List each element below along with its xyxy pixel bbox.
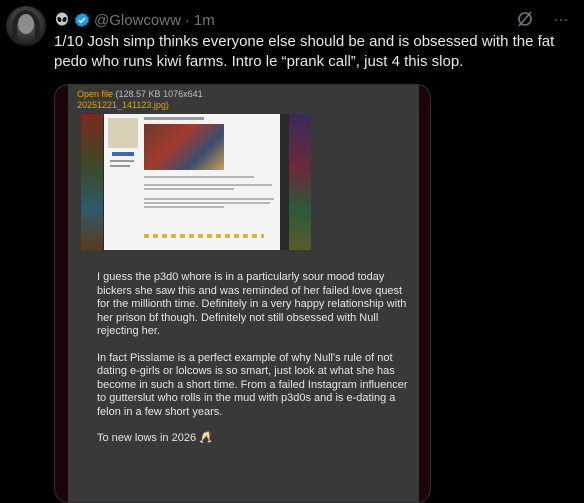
quote-paragraph: To new lows in 2026 🥂 [97,432,213,444]
thumbnail-text-line [144,184,272,186]
open-file-link[interactable]: Open file [77,89,113,99]
tweet-text: 1/10 Josh simp thinks everyone else shou… [54,33,555,70]
post-screenshot: Open file (128.57 KB 1076x641 20251221_1… [68,85,419,502]
thumbnail-right-strip [289,114,311,250]
tweet-top-actions: ··· [516,10,570,28]
thumbnail-profile-image [108,118,138,148]
quote-paragraph: In fact Pisslame is a perfect example of… [97,351,408,418]
alien-icon [54,12,70,28]
file-meta: (128.57 KB 1076x641 [113,89,203,99]
author-handle[interactable]: @Glowcoww [94,12,181,29]
thumbnail-left-strip [81,114,103,250]
media-attachment[interactable]: Open file (128.57 KB 1076x641 20251221_1… [54,84,431,503]
thumbnail-profile-name [112,152,134,156]
thumbnail-reactions [144,234,264,238]
avatar[interactable] [6,6,46,46]
separator-dot: · [184,11,190,29]
thumbnail-text-line [144,206,224,208]
verified-badge-icon [74,12,90,28]
thumbnail-text-line [144,176,254,178]
thumbnail-text-line [144,202,270,204]
avatar-face [18,14,34,34]
timestamp[interactable]: 1m [194,12,215,29]
grok-icon[interactable] [516,10,534,28]
embedded-image-thumbnail[interactable] [81,114,311,250]
thumbnail-photo [144,124,224,170]
thumbnail-post-header [144,117,204,120]
more-icon[interactable]: ··· [552,10,570,28]
quote-paragraph: I guess the p3d0 whore is in a particula… [97,271,407,337]
thumbnail-forum-page [104,114,280,250]
thumbnail-profile-line [110,165,130,167]
thumbnail-profile-line [110,160,134,162]
tweet-header: @Glowcoww · 1m [54,10,215,30]
file-name-link[interactable]: 20251221_141123.jpg) [77,100,169,110]
file-info: Open file (128.57 KB 1076x641 20251221_1… [77,89,203,111]
thumbnail-text-line [144,198,274,200]
quoted-post-text: I guess the p3d0 whore is in a particula… [97,271,413,459]
thumbnail-text-line [144,188,234,190]
